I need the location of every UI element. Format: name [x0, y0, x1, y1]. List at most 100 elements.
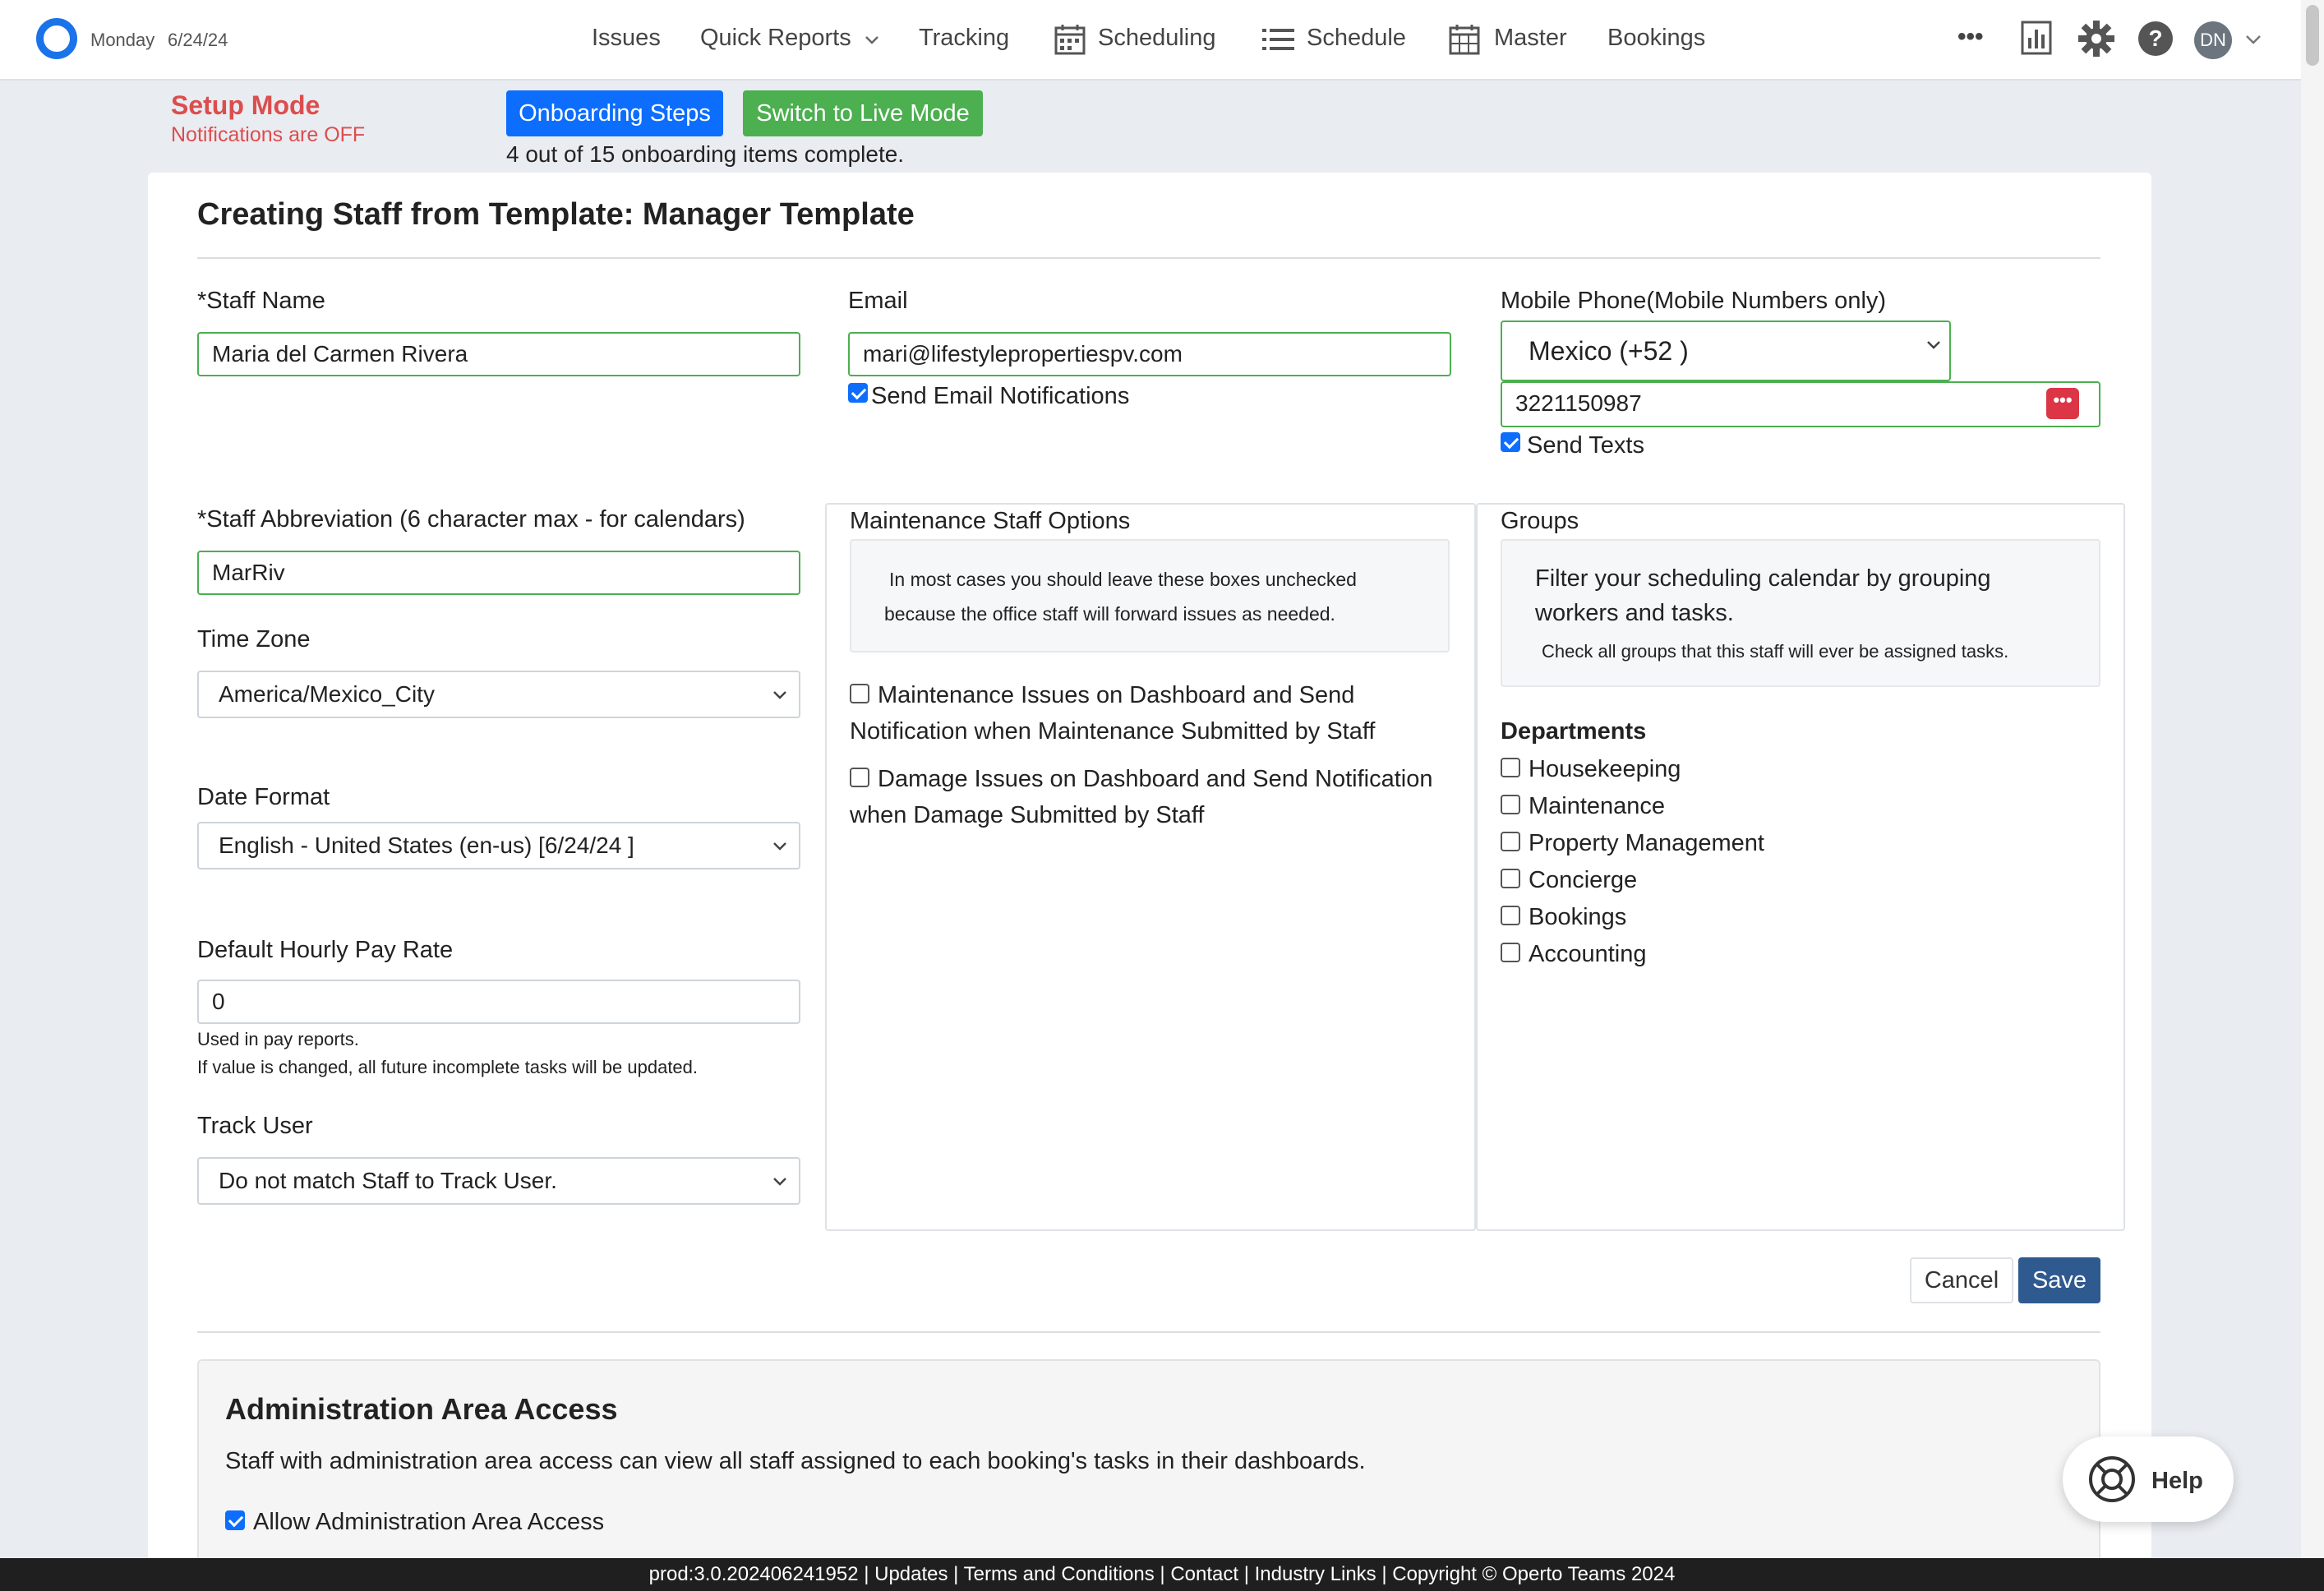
department-label: Bookings	[1529, 904, 1627, 930]
nav-quick-reports-label: Quick Reports	[700, 25, 851, 51]
nav-scheduling[interactable]: Scheduling	[1098, 25, 1216, 52]
pay-rate-note: Used in pay reports.	[197, 1029, 359, 1049]
cancel-button[interactable]: Cancel	[1910, 1257, 2013, 1303]
pay-rate-input[interactable]: 0	[197, 980, 800, 1024]
nav-bookings[interactable]: Bookings	[1607, 25, 1705, 52]
mobile-number-input[interactable]: 3221150987	[1501, 381, 2100, 427]
setup-mode-title: Setup Mode	[171, 90, 320, 120]
country-code-value: Mexico (+52 )	[1529, 336, 1689, 366]
scrollbar-thumb[interactable]	[2306, 5, 2319, 66]
more-options-icon[interactable]: •••	[1957, 23, 1984, 51]
track-user-value: Do not match Staff to Track User.	[219, 1168, 557, 1193]
divider	[197, 1331, 2100, 1333]
password-manager-icon[interactable]: •••	[2046, 388, 2079, 419]
onboarding-steps-button[interactable]: Onboarding Steps	[506, 90, 723, 136]
date-format-select[interactable]: English - United States (en-us) [6/24/24…	[197, 822, 800, 869]
page-title: Creating Staff from Template: Manager Te…	[197, 197, 915, 232]
groups-legend: Groups	[1501, 508, 1579, 534]
department-label: Maintenance	[1529, 793, 1666, 819]
switch-live-mode-button[interactable]: Switch to Live Mode	[743, 90, 983, 136]
track-user-select[interactable]: Do not match Staff to Track User.	[197, 1157, 800, 1205]
date-format-value: English - United States (en-us) [6/24/24…	[219, 832, 634, 858]
top-navbar: Monday 6/24/24 Issues Quick Reports Trac…	[0, 0, 2301, 81]
scrollbar[interactable]	[2301, 0, 2324, 1558]
email-label: Email	[848, 288, 908, 314]
time-zone-value: America/Mexico_City	[219, 681, 435, 707]
nav-master[interactable]: Master	[1494, 25, 1567, 52]
department-checkbox[interactable]	[1501, 758, 1520, 777]
departments-heading: Departments	[1501, 718, 1647, 745]
notifications-status: Notifications are OFF	[171, 123, 366, 146]
pay-rate-label: Default Hourly Pay Rate	[197, 937, 454, 963]
department-label: Concierge	[1529, 867, 1638, 893]
nav-quick-reports[interactable]: Quick Reports	[700, 25, 879, 52]
divider	[197, 257, 2100, 259]
maintenance-issues-label-cont: Notification when Maintenance Submitted …	[850, 718, 1376, 745]
country-code-select[interactable]: Mexico (+52 )	[1501, 321, 1951, 381]
admin-access-title: Administration Area Access	[225, 1392, 618, 1426]
admin-access-description: Staff with administration area access ca…	[225, 1448, 1366, 1474]
current-date: 6/24/24	[168, 30, 228, 50]
user-avatar[interactable]: DN	[2194, 21, 2232, 59]
damage-issues-label: Damage Issues on Dashboard and Send Noti…	[878, 766, 1433, 792]
damage-issues-checkbox[interactable]	[850, 768, 869, 787]
damage-issues-label-cont: when Damage Submitted by Staff	[850, 802, 1205, 828]
staff-name-input[interactable]: Maria del Carmen Rivera	[197, 332, 800, 376]
chevron-down-icon	[773, 1178, 786, 1186]
current-day: Monday	[90, 30, 155, 50]
maintenance-info-line2: because the office staff will forward is…	[884, 603, 1335, 625]
chevron-down-icon	[773, 842, 786, 851]
lifebuoy-icon	[2089, 1456, 2135, 1502]
staff-name-label: *Staff Name	[197, 288, 325, 314]
department-checkbox[interactable]	[1501, 943, 1520, 962]
settings-gear-icon[interactable]	[2077, 20, 2115, 58]
nav-issues[interactable]: Issues	[592, 25, 661, 52]
email-input[interactable]: mari@lifestylepropertiespv.com	[848, 332, 1451, 376]
calendar-grid-icon[interactable]	[1448, 23, 1481, 56]
send-texts-label: Send Texts	[1527, 432, 1644, 459]
groups-info-line1: Filter your scheduling calendar by group…	[1535, 565, 1991, 592]
send-email-checkbox[interactable]	[848, 383, 868, 403]
department-checkbox[interactable]	[1501, 795, 1520, 814]
track-user-label: Track User	[197, 1113, 313, 1139]
chevron-down-icon	[865, 36, 878, 44]
groups-info-line3: Check all groups that this staff will ev…	[1542, 641, 2009, 662]
department-label: Housekeeping	[1529, 756, 1681, 782]
maintenance-issues-checkbox[interactable]	[850, 684, 869, 703]
chevron-down-icon[interactable]	[2245, 35, 2262, 46]
time-zone-label: Time Zone	[197, 626, 311, 653]
help-label: Help	[2151, 1468, 2203, 1494]
staff-abbreviation-input[interactable]: MarRiv	[197, 551, 800, 595]
maintenance-info-line1: In most cases you should leave these box…	[889, 569, 1357, 590]
groups-info-line2: workers and tasks.	[1535, 600, 1734, 626]
list-icon[interactable]	[1262, 26, 1295, 53]
department-label: Accounting	[1529, 941, 1647, 967]
time-zone-select[interactable]: America/Mexico_City	[197, 671, 800, 718]
send-texts-checkbox[interactable]	[1501, 432, 1520, 452]
maintenance-options-legend: Maintenance Staff Options	[850, 508, 1131, 534]
maintenance-issues-label: Maintenance Issues on Dashboard and Send	[878, 682, 1355, 708]
department-label: Property Management	[1529, 830, 1764, 856]
maintenance-info-box	[850, 539, 1450, 653]
footer[interactable]: prod:3.0.202406241952 | Updates | Terms …	[0, 1558, 2324, 1591]
pay-rate-note-update: If value is changed, all future incomple…	[197, 1057, 699, 1077]
chevron-down-icon	[773, 691, 786, 699]
department-checkbox[interactable]	[1501, 906, 1520, 925]
nav-tracking[interactable]: Tracking	[919, 25, 1009, 52]
svg-text:?: ?	[2148, 25, 2162, 51]
department-checkbox[interactable]	[1501, 869, 1520, 888]
calendar-icon[interactable]	[1054, 23, 1086, 56]
onboarding-progress: 4 out of 15 onboarding items complete.	[506, 141, 905, 167]
allow-admin-access-checkbox[interactable]	[225, 1510, 245, 1530]
staff-abbreviation-label: *Staff Abbreviation (6 character max - f…	[197, 506, 745, 533]
help-question-icon[interactable]: ?	[2137, 20, 2174, 58]
save-button[interactable]: Save	[2018, 1257, 2100, 1303]
app-logo-icon[interactable]	[36, 18, 77, 59]
allow-admin-access-label: Allow Administration Area Access	[253, 1509, 605, 1535]
chevron-down-icon	[1927, 341, 1940, 349]
department-checkbox[interactable]	[1501, 832, 1520, 851]
date-format-label: Date Format	[197, 784, 330, 810]
send-email-label: Send Email Notifications	[871, 383, 1130, 409]
nav-schedule[interactable]: Schedule	[1307, 25, 1406, 52]
reports-chart-icon[interactable]	[2020, 20, 2053, 56]
